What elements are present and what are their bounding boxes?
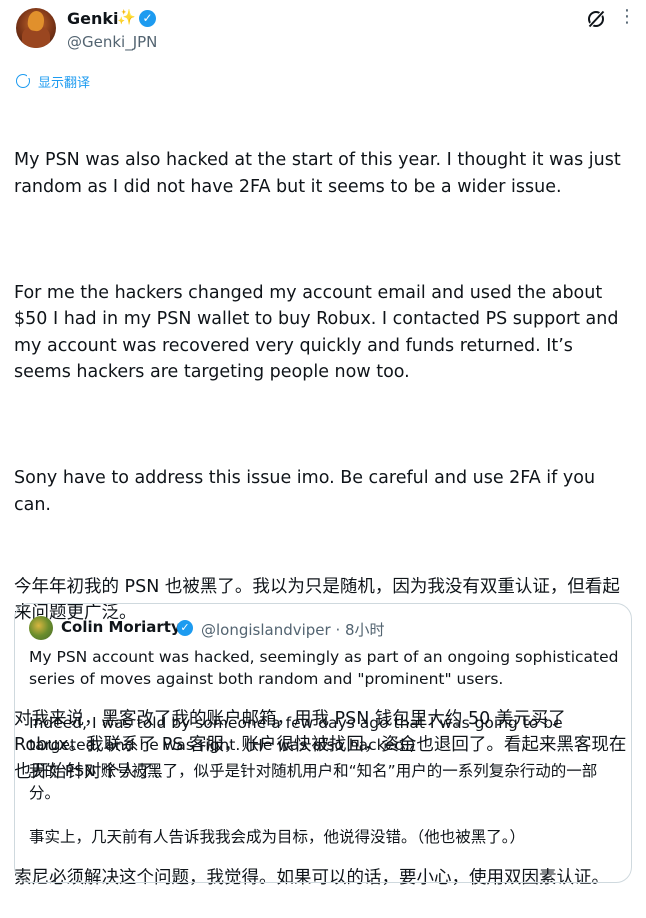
quoted-tweet[interactable]: Colin Moriarty ✓ @longislandviper · 8小时 … bbox=[14, 603, 632, 883]
show-translation-label: 显示翻译 bbox=[38, 75, 91, 91]
quoted-paragraph-zh-1: 我的 PSN 账号被黑了，似乎是针对随机用户和“知名”用户的一系列复杂行动的一部… bbox=[29, 762, 598, 802]
author-display-name[interactable]: Genki bbox=[67, 9, 119, 28]
grok-icon[interactable] bbox=[586, 9, 606, 29]
more-options-icon[interactable]: ⋮ bbox=[618, 7, 636, 27]
tweet-paragraph-en-2: For me the hackers changed my account em… bbox=[14, 282, 625, 383]
quoted-paragraph-zh-2: 事实上，几天前有人告诉我我会成为目标，他说得没错。（他也被黑了。） bbox=[29, 828, 526, 846]
quoted-author-name: Colin Moriarty bbox=[61, 618, 181, 636]
author-avatar[interactable] bbox=[16, 8, 56, 48]
quoted-tweet-text: My PSN account was hacked, seemingly as … bbox=[29, 646, 619, 848]
author-handle[interactable]: @Genki_JPN bbox=[67, 33, 157, 51]
tweet-paragraph-en-1: My PSN was also hacked at the start of t… bbox=[14, 150, 627, 197]
tweet-paragraph-en-3: Sony have to address this issue imo. Be … bbox=[14, 468, 601, 515]
quoted-paragraph-en-2: Indeed, I was told by someone a few days… bbox=[29, 714, 563, 754]
tweet-header: Genki ✨ ✓ @Genki_JPN ⋮ bbox=[0, 0, 646, 62]
sparkle-emoji: ✨ bbox=[117, 8, 136, 26]
quoted-author-handle-time: @longislandviper · 8小时 bbox=[201, 621, 385, 639]
verified-badge-icon[interactable]: ✓ bbox=[139, 10, 156, 27]
quoted-author-avatar bbox=[29, 616, 53, 640]
quoted-verified-badge-icon: ✓ bbox=[177, 620, 193, 636]
quoted-paragraph-en-1: My PSN account was hacked, seemingly as … bbox=[29, 648, 619, 688]
translate-icon bbox=[16, 73, 32, 88]
show-translation-link[interactable]: 显示翻译 bbox=[16, 72, 91, 91]
